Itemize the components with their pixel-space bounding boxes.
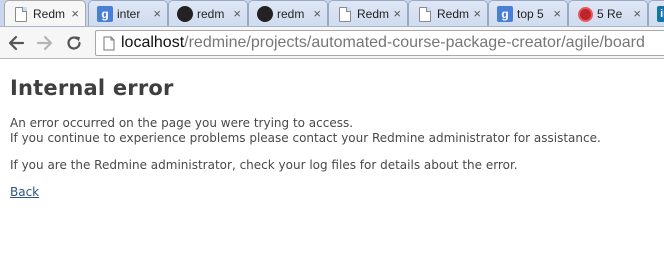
tab-strip: Redm × g inter × redm × redm × Redm × Re… <box>0 0 664 27</box>
error-line-2: If you continue to experience problems p… <box>10 131 601 145</box>
tab-title: inter <box>117 7 141 21</box>
tab-title: 5 Re <box>597 7 623 21</box>
close-icon[interactable]: × <box>313 6 321 22</box>
tab-redmine-2[interactable]: Redm × <box>328 0 408 26</box>
tab-title: redm <box>277 7 305 21</box>
url-path: /redmine/projects/automated-course-packa… <box>184 34 645 51</box>
tab-redmine-3[interactable]: Redm × <box>408 0 488 26</box>
forward-arrow-icon <box>36 35 53 51</box>
forward-button[interactable] <box>33 31 57 55</box>
url-text: localhost/redmine/projects/automated-cou… <box>121 34 645 52</box>
back-button[interactable] <box>4 31 28 55</box>
document-icon <box>13 6 29 22</box>
tab-title: Redm <box>357 7 390 21</box>
tab-title: redm <box>197 7 225 21</box>
tab-github-redmine-1[interactable]: redm × <box>168 0 248 26</box>
tab-redmine-active[interactable]: Redm × <box>4 0 86 26</box>
url-host: localhost <box>121 34 185 51</box>
browser-toolbar: localhost/redmine/projects/automated-cou… <box>0 27 664 59</box>
admin-hint: If you are the Redmine administrator, ch… <box>10 158 518 172</box>
page-title: Internal error <box>10 76 174 100</box>
back-arrow-icon <box>8 35 25 51</box>
address-bar[interactable]: localhost/redmine/projects/automated-cou… <box>95 30 664 56</box>
document-icon <box>417 6 433 22</box>
error-line-1: An error occurred on the page you were t… <box>10 116 354 130</box>
error-message: An error occurred on the page you were t… <box>10 116 664 146</box>
page-content: Internal error An error occurred on the … <box>10 76 664 212</box>
close-icon[interactable]: × <box>473 6 481 22</box>
reload-icon <box>67 36 81 50</box>
back-link[interactable]: Back <box>10 185 39 199</box>
tab-google-internal[interactable]: g inter × <box>88 0 168 26</box>
tab-google-top5[interactable]: g top 5 × <box>488 0 568 26</box>
back-link-container: Back <box>10 185 664 200</box>
tab-title: top 5 <box>517 7 544 21</box>
google-icon: g <box>97 6 113 22</box>
github-icon <box>177 6 193 22</box>
close-icon[interactable]: × <box>553 6 561 22</box>
red-circle-icon <box>577 6 593 22</box>
document-icon <box>337 6 353 22</box>
tab-github-redmine-2[interactable]: redm × <box>248 0 328 26</box>
page-icon <box>103 36 115 55</box>
close-icon[interactable]: × <box>233 6 241 22</box>
reload-button[interactable] <box>62 31 86 55</box>
close-icon[interactable]: × <box>71 6 79 22</box>
tab-title: Redm <box>437 7 470 21</box>
close-icon[interactable]: × <box>393 6 401 22</box>
tab-linkedin[interactable]: in <box>648 0 664 26</box>
close-icon[interactable]: × <box>633 6 641 22</box>
close-icon[interactable]: × <box>153 6 161 22</box>
tab-title: Redm <box>33 7 66 21</box>
tab-5-redmine[interactable]: 5 Re × <box>568 0 648 26</box>
github-icon <box>257 6 273 22</box>
google-icon: g <box>497 6 513 22</box>
linkedin-icon: in <box>657 6 664 22</box>
